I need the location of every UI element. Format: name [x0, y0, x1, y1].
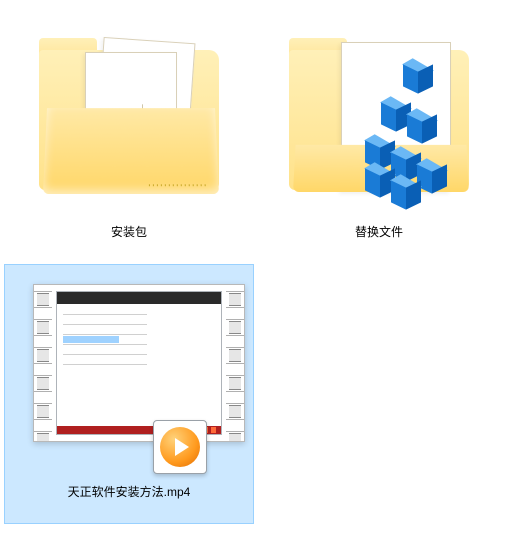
folder-item-replace[interactable]: 替换文件: [254, 4, 504, 264]
item-label: 安装包: [111, 223, 147, 240]
video-item-install-guide[interactable]: 天正软件安装方法.mp4: [4, 264, 254, 524]
folder-icon: [279, 17, 479, 217]
folder-icon: [29, 17, 229, 217]
item-label: 替换文件: [355, 223, 403, 240]
item-label: 天正软件安装方法.mp4: [68, 483, 191, 500]
play-overlay-icon: [153, 420, 207, 474]
video-icon: [29, 277, 229, 477]
file-grid: 安装包 替换文件: [0, 0, 513, 524]
folder-item-installer[interactable]: 安装包: [4, 4, 254, 264]
